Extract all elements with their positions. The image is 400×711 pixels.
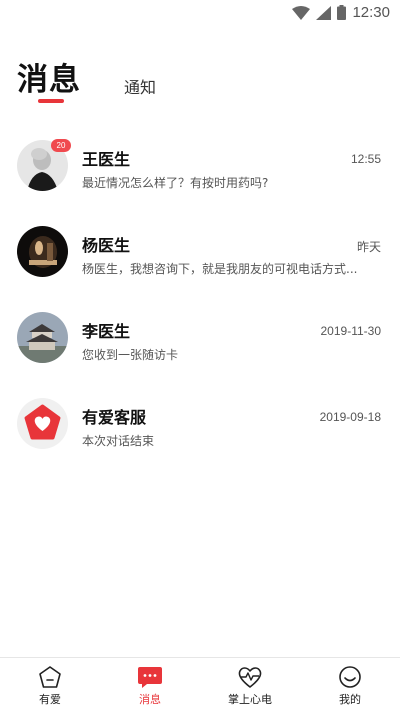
customer-service-avatar xyxy=(17,398,68,449)
message-preview: 您收到一张随访卡 xyxy=(82,348,179,362)
contact-name: 李医生 xyxy=(82,322,131,341)
header-tabs: 消息 通知 xyxy=(0,54,400,114)
message-time: 2019-11-30 xyxy=(320,324,382,338)
chat-icon xyxy=(138,667,162,688)
nav-label-profile: 我的 xyxy=(339,693,361,706)
doctor-li-avatar xyxy=(17,312,68,363)
list-item[interactable]: 李医生 2019-11-30 您收到一张随访卡 xyxy=(0,298,400,384)
contact-name: 杨医生 xyxy=(82,236,131,255)
contact-name: 有爱客服 xyxy=(82,408,147,427)
status-icons: 12:30 xyxy=(292,4,390,21)
nav-item-profile[interactable]: 我的 xyxy=(300,658,400,711)
contact-name: 王医生 xyxy=(82,150,131,169)
signal-icon xyxy=(316,5,332,20)
doctor-yang-avatar xyxy=(17,226,68,277)
message-time: 12:55 xyxy=(350,152,381,166)
nav-label-home: 有爱 xyxy=(39,693,61,706)
nav-item-ecg[interactable]: 掌上心电 xyxy=(200,658,300,711)
tab-messages[interactable]: 消息 xyxy=(17,54,81,99)
message-preview: 杨医生，我想咨询下，就是我朋友的可视电话方式... xyxy=(82,262,358,276)
message-time: 2019-09-18 xyxy=(319,410,381,424)
status-time: 12:30 xyxy=(352,4,390,21)
message-preview: 最近情况怎么样了？有按时用药吗? xyxy=(82,176,269,190)
message-time: 昨天 xyxy=(356,240,381,254)
list-item[interactable]: 杨医生 昨天 杨医生，我想咨询下，就是我朋友的可视电话方式... xyxy=(0,212,400,298)
nav-item-messages[interactable]: 消息 xyxy=(100,658,200,711)
nav-label-ecg: 掌上心电 xyxy=(228,693,272,706)
status-bar: 12:30 xyxy=(0,0,400,28)
bottom-nav: 有爱 消息 掌上心电 我的 xyxy=(0,657,400,711)
list-item[interactable]: 20 王医生 12:55 最近情况怎么样了？有按时用药吗? xyxy=(0,126,400,212)
nav-label-messages: 消息 xyxy=(139,693,161,706)
nav-item-home[interactable]: 有爱 xyxy=(0,658,100,711)
message-list: 20 王医生 12:55 最近情况怎么样了？有按时用药吗? 杨医生 昨天 杨医生… xyxy=(0,126,400,470)
home-icon xyxy=(39,666,61,688)
heart-ecg-icon xyxy=(238,667,262,688)
tab-notifications[interactable]: 通知 xyxy=(124,74,156,98)
tab-active-indicator xyxy=(38,99,64,103)
list-item[interactable]: 有爱客服 2019-09-18 本次对话结束 xyxy=(0,384,400,470)
unread-count-badge: 20 xyxy=(51,139,71,152)
message-preview: 本次对话结束 xyxy=(82,434,155,448)
wifi-icon xyxy=(292,5,311,20)
battery-icon xyxy=(337,5,347,20)
profile-icon xyxy=(339,666,361,688)
